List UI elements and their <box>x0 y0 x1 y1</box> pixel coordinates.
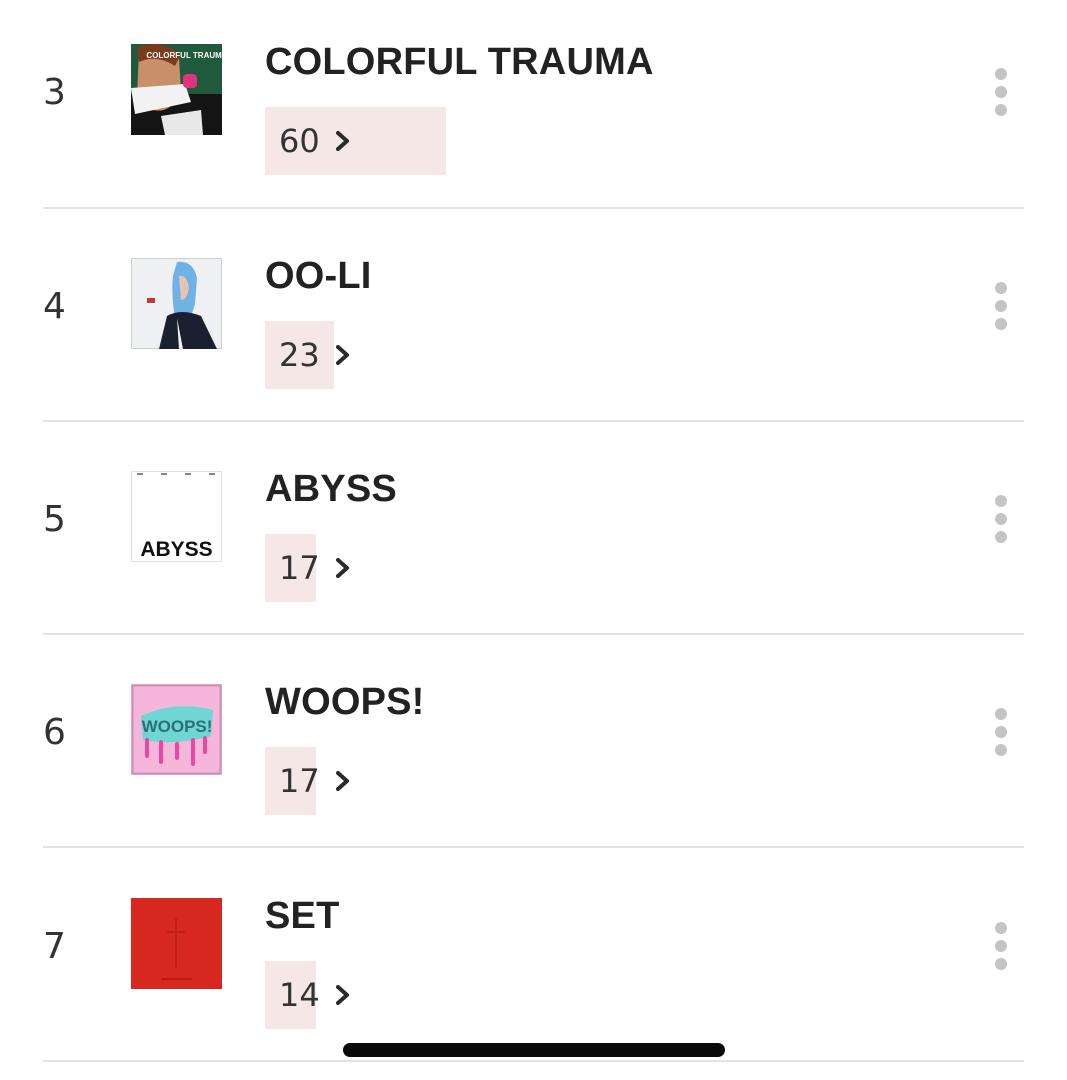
album-title[interactable]: SET <box>265 894 340 938</box>
album-cover[interactable]: COLORFUL TRAUMA <box>131 44 222 135</box>
more-dot <box>995 86 1007 98</box>
more-dot <box>995 531 1007 543</box>
chart-row[interactable]: 7 SET 14 <box>0 854 1067 1067</box>
count-link[interactable]: 60 <box>265 107 446 175</box>
rank-number: 4 <box>43 286 66 327</box>
count-link[interactable]: 17 <box>265 747 352 815</box>
chart-row[interactable]: 6 WOOPS! WOOPS! 17 <box>0 640 1067 853</box>
album-cover[interactable]: WOOPS! <box>131 684 222 775</box>
more-dot <box>995 513 1007 525</box>
more-vertical-icon <box>995 282 1007 294</box>
rank-number: 7 <box>43 926 66 967</box>
chart-row[interactable]: 5 ABYSS ABYSS 17 <box>0 427 1067 640</box>
more-dot <box>995 940 1007 952</box>
chevron-right-icon <box>335 771 349 791</box>
rank-number: 6 <box>43 712 66 753</box>
chart-row[interactable]: 4 OO-LI 23 <box>0 214 1067 427</box>
cover-text: WOOPS! <box>142 717 213 736</box>
album-cover-oo-li-icon <box>131 258 222 349</box>
rank-number: 3 <box>43 72 66 113</box>
more-dot <box>995 300 1007 312</box>
row-divider <box>43 420 1024 422</box>
more-vertical-icon <box>995 68 1007 80</box>
cover-text: COLORFUL TRAUMA <box>146 51 222 60</box>
count-value: 23 <box>279 336 320 374</box>
more-dot <box>995 744 1007 756</box>
more-dot <box>995 104 1007 116</box>
row-divider <box>43 846 1024 848</box>
count-value: 17 <box>279 762 320 800</box>
more-vertical-icon <box>995 708 1007 720</box>
album-cover-abyss-icon: ABYSS <box>131 471 222 562</box>
chart-list: 3 COLORFUL TRAUMA COLORFUL TRAUMA 60 4 O… <box>0 0 1067 1080</box>
album-cover-set-icon <box>131 898 222 989</box>
more-dot <box>995 726 1007 738</box>
more-options-button[interactable] <box>984 60 1018 124</box>
more-options-button[interactable] <box>984 487 1018 551</box>
row-divider <box>43 633 1024 635</box>
album-title[interactable]: ABYSS <box>265 467 397 511</box>
count-value: 60 <box>279 122 320 160</box>
album-cover-woops-icon: WOOPS! <box>131 684 222 775</box>
count-link[interactable]: 17 <box>265 534 352 602</box>
album-cover[interactable] <box>131 898 222 989</box>
more-options-button[interactable] <box>984 274 1018 338</box>
album-title[interactable]: WOOPS! <box>265 680 425 724</box>
rank-number: 5 <box>43 499 66 540</box>
album-title[interactable]: OO-LI <box>265 254 372 298</box>
more-dot <box>995 318 1007 330</box>
album-cover[interactable]: ABYSS <box>131 471 222 562</box>
more-options-button[interactable] <box>984 914 1018 978</box>
row-divider <box>43 1060 1024 1062</box>
count-link[interactable]: 14 <box>265 961 352 1029</box>
album-cover-colorful-trauma-icon: COLORFUL TRAUMA <box>131 44 222 135</box>
chevron-right-icon <box>335 345 349 365</box>
row-divider <box>43 207 1024 209</box>
home-indicator[interactable] <box>343 1043 725 1057</box>
more-dot <box>995 958 1007 970</box>
more-vertical-icon <box>995 495 1007 507</box>
count-value: 17 <box>279 549 320 587</box>
cover-text: ABYSS <box>140 538 212 561</box>
count-value: 14 <box>279 976 320 1014</box>
chevron-right-icon <box>335 131 349 151</box>
count-link[interactable]: 23 <box>265 321 352 389</box>
album-cover[interactable] <box>131 258 222 349</box>
more-vertical-icon <box>995 922 1007 934</box>
chevron-right-icon <box>335 985 349 1005</box>
chevron-right-icon <box>335 558 349 578</box>
more-options-button[interactable] <box>984 700 1018 764</box>
album-title[interactable]: COLORFUL TRAUMA <box>265 40 654 84</box>
chart-row[interactable]: 3 COLORFUL TRAUMA COLORFUL TRAUMA 60 <box>0 0 1067 213</box>
